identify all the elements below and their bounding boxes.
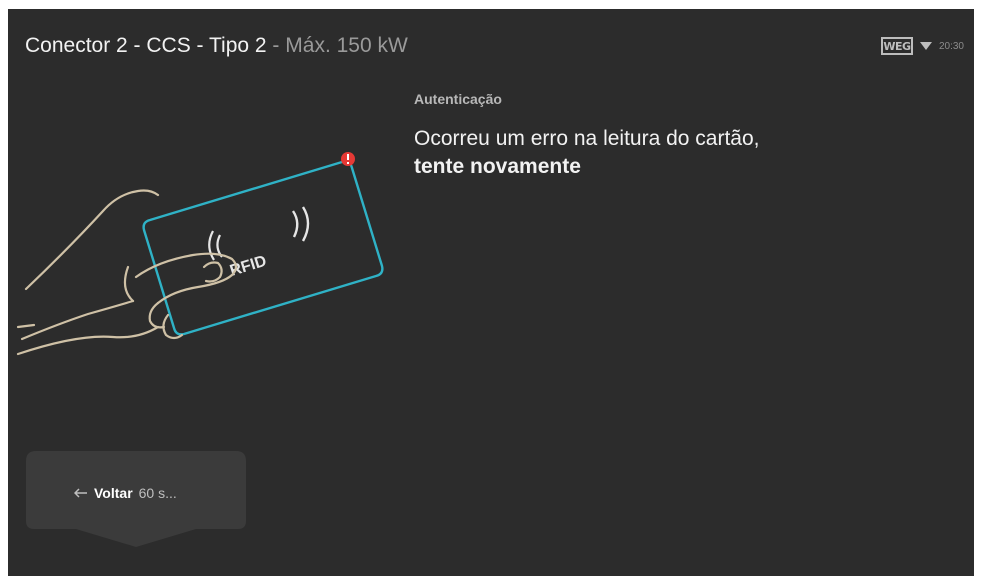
max-power-label: Máx. 150 kW (285, 34, 408, 57)
weg-logo-text: WEG (883, 39, 911, 53)
wifi-icon (919, 40, 933, 52)
error-message-emphasis: tente novamente (414, 155, 581, 178)
back-button-label: Voltar (94, 485, 133, 501)
hand-holding-rfid-card-illustration: RFID (16, 152, 384, 356)
status-bar: WEG 20:30 (880, 37, 964, 55)
arrow-left-icon (74, 488, 87, 498)
rfid-card: RFID (142, 160, 384, 336)
weg-logo: WEG (880, 37, 913, 55)
rfid-card-label: RFID (228, 253, 269, 280)
connector-label: Conector 2 - CCS - Tipo 2 (25, 34, 267, 57)
section-label: Autenticação (414, 91, 502, 107)
error-message-text: Ocorreu um erro na leitura do cartão, (414, 127, 760, 150)
hand-outline (16, 189, 238, 356)
back-countdown: 60 s... (138, 485, 177, 501)
clock: 20:30 (938, 40, 964, 52)
back-button-content: Voltar 60 s... (74, 485, 177, 501)
back-button[interactable]: Voltar 60 s... (26, 451, 246, 547)
title-separator: - (266, 34, 286, 57)
error-message: Ocorreu um erro na leitura do cartão, te… (414, 125, 814, 181)
charger-screen: Conector 2 - CCS - Tipo 2 - Máx. 150 kW … (8, 9, 974, 576)
page-title: Conector 2 - CCS - Tipo 2 - Máx. 150 kW (25, 34, 408, 58)
error-icon (341, 152, 355, 166)
